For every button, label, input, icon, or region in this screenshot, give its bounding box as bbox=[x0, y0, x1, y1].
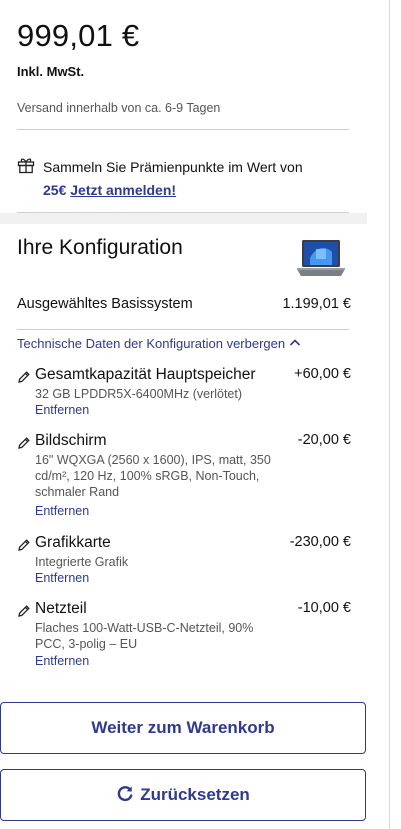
item-price: -20,00 € bbox=[297, 432, 351, 448]
panel-border bbox=[389, 0, 390, 829]
section-band bbox=[0, 213, 367, 224]
pencil-icon[interactable] bbox=[17, 370, 31, 389]
pencil-icon[interactable] bbox=[17, 538, 31, 557]
item-name: Netzteil bbox=[35, 600, 87, 617]
laptop-thumbnail bbox=[296, 238, 346, 285]
base-system-label: Ausgewähltes Basissystem bbox=[17, 296, 193, 312]
chevron-up-icon bbox=[289, 336, 301, 351]
base-system-price: 1.199,01 € bbox=[282, 296, 351, 312]
item-price: -10,00 € bbox=[297, 600, 351, 616]
vat-note: Inkl. MwSt. bbox=[17, 64, 85, 79]
remove-link[interactable]: Entfernen bbox=[35, 504, 89, 518]
divider bbox=[17, 129, 349, 130]
item-name: Gesamtkapazität Hauptspeicher bbox=[35, 366, 256, 383]
item-description: Flaches 100-Watt-USB-C-Netzteil, 90% PCC… bbox=[35, 621, 254, 651]
pencil-icon[interactable] bbox=[17, 436, 31, 455]
item-name: Bildschirm bbox=[35, 432, 107, 449]
rewards-amount: 25€ bbox=[43, 182, 67, 198]
rewards-line2: 25€ Jetzt anmelden! bbox=[43, 179, 176, 201]
item-description: Integrierte Grafik bbox=[35, 555, 129, 569]
reset-button[interactable]: Zurücksetzen bbox=[0, 769, 366, 821]
reset-button-label: Zurücksetzen bbox=[140, 785, 250, 804]
gift-icon bbox=[17, 156, 35, 180]
tech-details-toggle[interactable]: Technische Daten der Konfiguration verbe… bbox=[17, 336, 301, 351]
item-price: +60,00 € bbox=[294, 366, 351, 382]
refresh-icon bbox=[116, 785, 134, 806]
tech-details-label: Technische Daten der Konfiguration verbe… bbox=[17, 336, 286, 351]
register-link[interactable]: Jetzt anmelden! bbox=[70, 182, 176, 198]
cart-button[interactable]: Weiter zum Warenkorb bbox=[0, 702, 366, 754]
shipping-info: Versand innerhalb von ca. 6-9 Tagen bbox=[17, 101, 221, 115]
item-description: 16" WQXGA (2560 x 1600), IPS, matt, 350 … bbox=[35, 453, 271, 499]
remove-link[interactable]: Entfernen bbox=[35, 654, 89, 668]
remove-link[interactable]: Entfernen bbox=[35, 403, 89, 417]
remove-link[interactable]: Entfernen bbox=[35, 571, 89, 585]
config-title: Ihre Konfiguration bbox=[17, 236, 183, 259]
divider bbox=[17, 329, 349, 330]
item-price: -230,00 € bbox=[289, 534, 351, 550]
item-description: 32 GB LPDDR5X-6400MHz (verlötet) bbox=[35, 387, 243, 401]
pencil-icon[interactable] bbox=[17, 604, 31, 623]
rewards-text: Sammeln Sie Prämienpunkte im Wert von bbox=[43, 159, 303, 175]
item-name: Grafikkarte bbox=[35, 534, 111, 551]
cart-button-label: Weiter zum Warenkorb bbox=[91, 718, 275, 737]
total-price: 999,01 € bbox=[17, 18, 140, 53]
